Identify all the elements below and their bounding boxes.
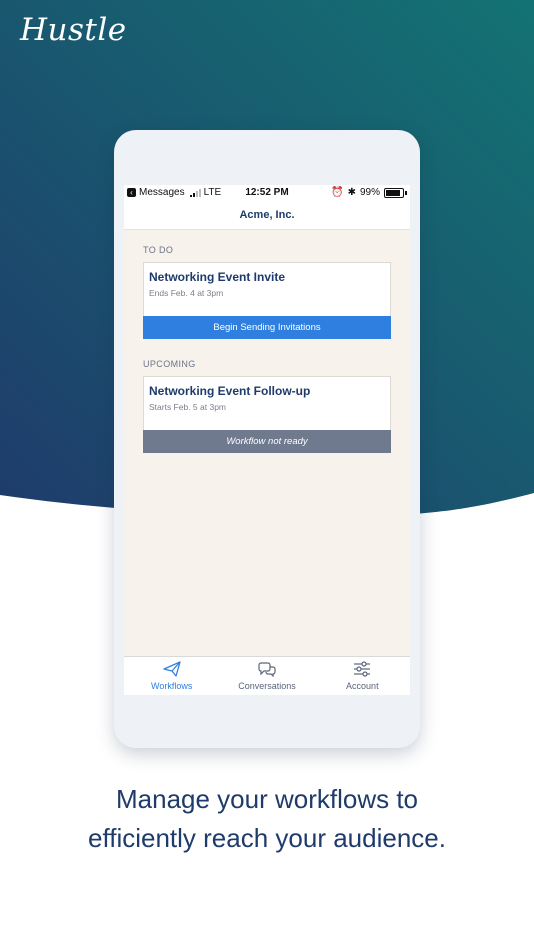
tab-label: Conversations <box>238 681 296 691</box>
phone-frame: ‹ Messages LTE 12:52 PM ⏰ ✱ 99% Acme, In… <box>114 130 420 748</box>
tab-account[interactable]: Account <box>315 657 410 695</box>
tagline-line-1: Manage your workflows to <box>115 784 419 814</box>
section-upcoming-label: UPCOMING <box>143 359 196 369</box>
sliders-icon <box>354 661 371 677</box>
begin-sending-button[interactable]: Begin Sending Invitations <box>143 316 391 339</box>
tab-label: Workflows <box>150 681 193 691</box>
status-right: ⏰ ✱ 99% <box>331 187 407 198</box>
workflow-card-upcoming[interactable]: Networking Event Follow-up Starts Feb. 5… <box>143 376 391 453</box>
battery-label: 99% <box>359 187 380 198</box>
card-subtitle: Ends Feb. 4 at 3pm <box>149 288 224 298</box>
tab-label: Account <box>346 681 379 691</box>
card-title: Networking Event Invite <box>149 270 286 284</box>
nav-title: Acme, Inc. <box>124 201 410 230</box>
paper-plane-icon <box>163 661 181 677</box>
chat-bubbles-icon <box>258 662 276 677</box>
tagline-line-2: efficiently reach your audience. <box>88 823 446 853</box>
battery-icon <box>384 187 404 198</box>
tagline: Manage your workflows to efficiently rea… <box>0 780 534 858</box>
workflow-card-todo[interactable]: Networking Event Invite Ends Feb. 4 at 3… <box>143 262 391 339</box>
bluetooth-icon: ✱ <box>347 187 356 198</box>
section-todo-label: TO DO <box>143 245 174 255</box>
tab-workflows[interactable]: Workflows <box>124 657 219 695</box>
card-subtitle: Starts Feb. 5 at 3pm <box>149 402 227 412</box>
brand-logo: Hustle <box>20 12 127 48</box>
card-title: Networking Event Follow-up <box>149 384 311 398</box>
status-bar: ‹ Messages LTE 12:52 PM ⏰ ✱ 99% <box>124 185 410 201</box>
battery-tip <box>405 190 407 195</box>
alarm-icon: ⏰ <box>331 187 344 198</box>
workflow-not-ready-status: Workflow not ready <box>143 430 391 453</box>
tab-bar: Workflows Conversations Account <box>124 656 410 695</box>
tab-conversations[interactable]: Conversations <box>219 657 314 695</box>
app-screen: ‹ Messages LTE 12:52 PM ⏰ ✱ 99% Acme, In… <box>124 185 410 695</box>
